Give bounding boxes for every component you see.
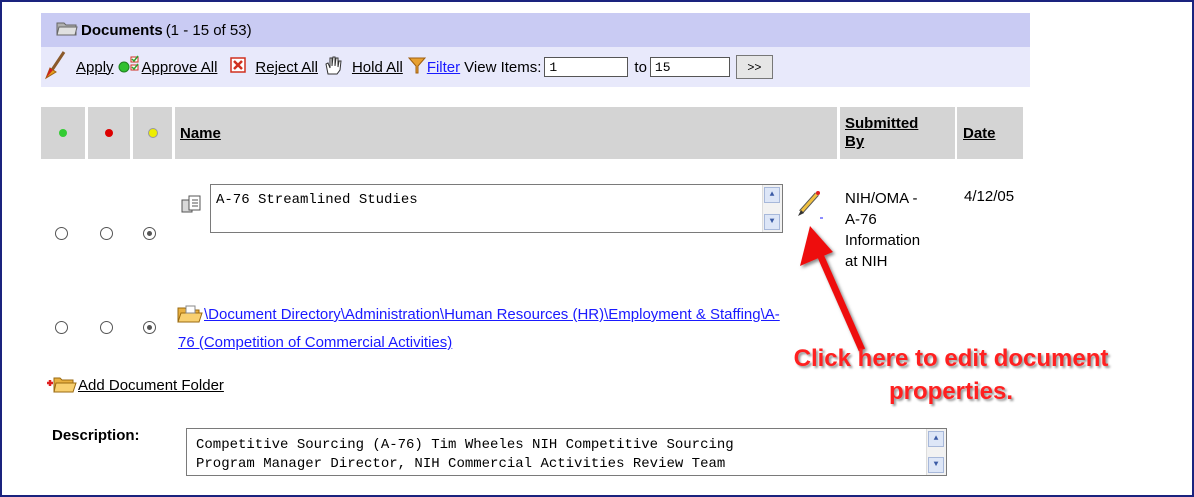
callout-line2: properties. (888, 378, 1014, 405)
description-label: Description: (52, 427, 140, 444)
next-page-button[interactable]: >> (735, 55, 773, 79)
row1-submitted-by: NIH/OMA - A-76 Information at NIH (845, 188, 920, 272)
description-field[interactable]: Competitive Sourcing (A-76) Tim Wheeles … (186, 428, 947, 476)
panel-title-bar: Documents (1 - 15 of 53) (41, 13, 1030, 47)
row1-document-name: A-76 Streamlined Studies (216, 192, 418, 208)
toolbar: Apply Approve All Reject All Hold All Fi… (41, 47, 1030, 87)
submitted-by-line2: By (845, 133, 865, 150)
red-dot-icon (105, 129, 113, 137)
date-sort-link[interactable]: Date (963, 125, 996, 142)
folder-icon (177, 304, 203, 328)
column-header-hold (133, 107, 172, 159)
submitter-line: NIH/OMA - (845, 190, 918, 207)
row1-approve-radio[interactable] (55, 227, 68, 240)
panel-title: Documents (81, 21, 163, 39)
column-header-approve (41, 107, 85, 159)
funnel-icon[interactable] (407, 54, 427, 80)
reject-icon[interactable] (229, 56, 247, 78)
callout-line1: Click here to edit document (793, 345, 1109, 372)
view-items-label: View Items: (464, 58, 542, 76)
column-header-name: Name (175, 107, 837, 159)
submitted-by-sort-link[interactable]: Submitted By (845, 115, 918, 151)
row1-reject-radio[interactable] (100, 227, 113, 240)
row2-hold-radio[interactable] (143, 321, 156, 334)
view-to-input[interactable]: 15 (649, 57, 730, 77)
broom-icon[interactable] (44, 50, 68, 84)
submitter-line: at NIH (845, 253, 888, 270)
yellow-dot-icon (147, 128, 158, 138)
row1-document-name-field[interactable]: A-76 Streamlined Studies ▲ ▼ (210, 184, 783, 233)
view-from-input[interactable]: 1 (544, 57, 629, 77)
hand-icon[interactable] (322, 54, 344, 80)
row1-scrollbar[interactable]: ▲ ▼ (762, 185, 782, 232)
submitted-by-line1: Submitted (845, 115, 919, 132)
column-header-date: Date (957, 107, 1023, 159)
approve-all-link[interactable]: Approve All (142, 59, 218, 76)
description-scrollbar[interactable]: ▲ ▼ (926, 429, 946, 475)
pencil-edit-icon[interactable] (795, 190, 823, 224)
callout-text: Click here to edit document properties. (726, 342, 1176, 408)
scroll-down-arrow-icon[interactable]: ▼ (764, 214, 780, 230)
scroll-down-arrow-icon[interactable]: ▼ (928, 457, 944, 473)
submitter-line: Information (845, 232, 921, 249)
panel-range: (1 - 15 of 53) (165, 21, 252, 39)
row2-reject-radio[interactable] (100, 321, 113, 334)
approve-icon[interactable] (118, 54, 142, 80)
submitter-line: A-76 (845, 211, 877, 228)
reject-all-link[interactable]: Reject All (255, 59, 318, 76)
row1-hold-radio[interactable] (143, 227, 156, 240)
filter-link[interactable]: Filter (427, 59, 460, 76)
add-document-folder-link[interactable]: Add Document Folder (78, 377, 224, 394)
green-dot-icon (59, 129, 67, 137)
hold-all-link[interactable]: Hold All (352, 59, 403, 76)
row2-approve-radio[interactable] (55, 321, 68, 334)
column-header-reject (88, 107, 130, 159)
folder-path-link-line2[interactable]: 76 (Competition of Commercial Activities… (178, 334, 452, 351)
row1-date: 4/12/05 (964, 188, 1015, 205)
folder-path-link-line1[interactable]: \Document Directory\Administration\Human… (204, 306, 780, 323)
name-sort-link[interactable]: Name (180, 125, 221, 142)
to-label: to (634, 58, 647, 76)
column-header-submitted-by: Submitted By (840, 107, 955, 159)
scroll-up-arrow-icon[interactable]: ▲ (764, 187, 780, 203)
description-line1: Competitive Sourcing (A-76) Tim Wheeles … (196, 437, 734, 453)
description-line2: Program Manager Director, NIH Commercial… (196, 456, 726, 472)
scroll-up-arrow-icon[interactable]: ▲ (928, 431, 944, 447)
folder-icon (56, 19, 78, 41)
add-folder-icon[interactable] (45, 374, 77, 398)
document-icon (180, 192, 206, 220)
apply-link[interactable]: Apply (76, 59, 114, 76)
